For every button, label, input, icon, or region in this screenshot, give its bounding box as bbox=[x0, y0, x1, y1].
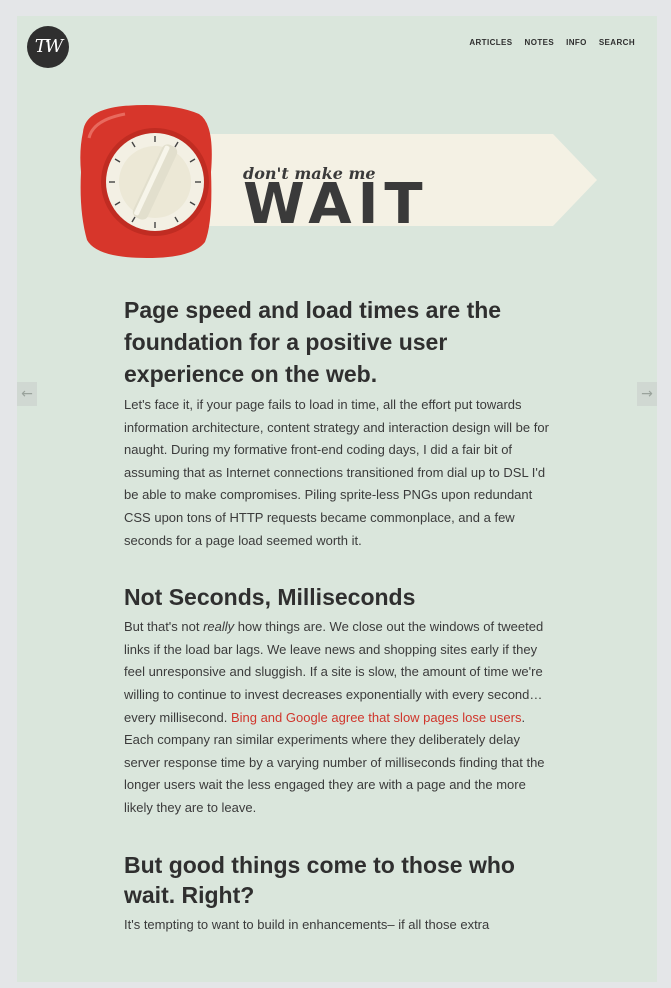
article-paragraph-2: But that's not really how things are. We… bbox=[124, 616, 554, 819]
article-heading-main: Page speed and load times are the founda… bbox=[124, 297, 502, 387]
main-nav: ARTICLES NOTES INFO SEARCH bbox=[469, 38, 635, 47]
nav-articles[interactable]: ARTICLES bbox=[469, 38, 512, 47]
article-heading-2: Not Seconds, Milliseconds bbox=[124, 584, 416, 611]
bing-google-link[interactable]: Bing and Google agree that slow pages lo… bbox=[231, 710, 522, 725]
prev-article-arrow-icon[interactable]: ← bbox=[17, 382, 37, 406]
site-logo[interactable]: TW bbox=[27, 26, 69, 68]
article-paragraph-3: It's tempting to want to build in enhanc… bbox=[124, 916, 490, 932]
article-paragraph-1: Let's face it, if your page fails to loa… bbox=[124, 397, 549, 548]
para2-text-c: . Each company ran similar experiments w… bbox=[124, 709, 545, 815]
article-heading-3: But good things come to those who wait. … bbox=[124, 851, 515, 908]
nav-notes[interactable]: NOTES bbox=[525, 38, 555, 47]
page-frame: TW ARTICLES NOTES INFO SEARCH don't make… bbox=[17, 16, 657, 982]
next-article-arrow-icon[interactable]: → bbox=[637, 382, 657, 406]
article-body: Page speed and load times are the founda… bbox=[124, 294, 554, 936]
nav-search[interactable]: SEARCH bbox=[599, 38, 635, 47]
kitchen-timer-icon bbox=[80, 105, 212, 258]
para2-emphasis: really bbox=[203, 619, 235, 635]
para2-text-a: But that's not bbox=[124, 619, 204, 635]
nav-info[interactable]: INFO bbox=[566, 38, 587, 47]
hero-banner: don't make me WAIT bbox=[75, 102, 605, 262]
hero-title: WAIT bbox=[243, 172, 429, 237]
